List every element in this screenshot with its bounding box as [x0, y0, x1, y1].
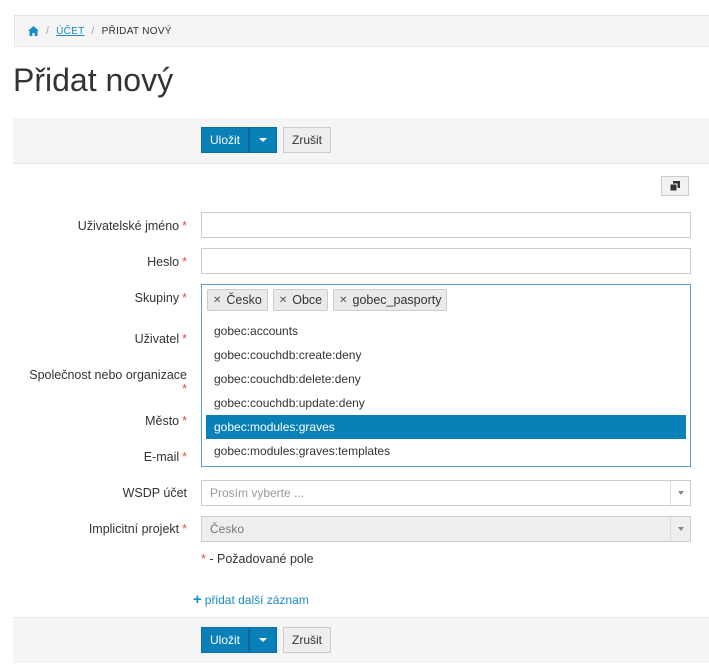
breadcrumb: / ÚČET / PŘIDAT NOVÝ	[14, 15, 709, 47]
save-options-dropdown[interactable]	[249, 127, 278, 153]
org-label: Společnost nebo organizace *	[29, 368, 187, 396]
page-title: Přidat nový	[13, 62, 174, 98]
project-select: Česko	[201, 516, 691, 542]
groups-dropdown-list: gobec:accounts gobec:couchdb:create:deny…	[201, 315, 691, 467]
chevron-down-icon	[670, 481, 690, 505]
chevron-down-icon	[670, 517, 690, 541]
user-label: Uživatel *	[134, 332, 187, 346]
add-record-link[interactable]: + přidat další záznam	[193, 591, 309, 608]
save-options-dropdown[interactable]	[249, 627, 278, 653]
top-action-bar: Uložit Zrušit	[13, 118, 709, 164]
home-icon[interactable]	[28, 26, 39, 36]
bottom-action-bar: Uložit Zrušit	[13, 617, 709, 663]
username-field[interactable]	[201, 212, 691, 238]
username-label: Uživatelské jméno *	[77, 219, 187, 233]
cancel-button[interactable]: Zrušit	[283, 627, 332, 653]
group-tag: ✕ Obce	[272, 289, 329, 311]
email-label: E-mail *	[143, 450, 187, 464]
dropdown-option[interactable]: gobec:couchdb:update:deny	[206, 391, 686, 415]
chevron-down-icon	[259, 138, 268, 142]
password-label: Heslo *	[147, 255, 187, 269]
dropdown-option[interactable]: gobec:modules:graves:templates	[206, 439, 686, 463]
required-note: * - Požadované pole	[201, 552, 314, 566]
project-label: Implicitní projekt *	[88, 522, 187, 536]
remove-tag-icon[interactable]: ✕	[339, 295, 347, 306]
breadcrumb-separator: /	[91, 25, 95, 37]
dropdown-option[interactable]: gobec:couchdb:create:deny	[206, 343, 686, 367]
wsdp-placeholder: Prosím vyberte ...	[210, 486, 305, 500]
plus-icon: +	[193, 591, 202, 608]
save-button[interactable]: Uložit	[201, 127, 250, 153]
dropdown-option[interactable]: gobec:accounts	[206, 319, 686, 343]
wsdp-select[interactable]: Prosím vyberte ...	[201, 480, 691, 506]
project-value: Česko	[210, 522, 245, 536]
groups-label: Skupiny *	[134, 291, 187, 305]
groups-multiselect[interactable]: ✕ Česko ✕ Obce ✕ gobec_pasporty	[201, 284, 691, 316]
chevron-down-icon	[259, 638, 268, 642]
dropdown-option-highlighted[interactable]: gobec:modules:graves	[206, 415, 686, 439]
cancel-button[interactable]: Zrušit	[283, 127, 332, 153]
city-label: Město *	[145, 414, 187, 428]
copy-icon	[670, 181, 680, 191]
breadcrumb-link-account[interactable]: ÚČET	[56, 26, 84, 37]
wsdp-label: WSDP účet	[122, 486, 187, 500]
dropdown-option[interactable]: gobec:couchdb:delete:deny	[206, 367, 686, 391]
breadcrumb-separator: /	[46, 25, 50, 37]
group-tag: ✕ Česko	[207, 289, 268, 311]
copy-button[interactable]	[661, 176, 689, 196]
breadcrumb-current: PŘIDAT NOVÝ	[101, 25, 172, 37]
group-tag: ✕ gobec_pasporty	[333, 289, 448, 311]
remove-tag-icon[interactable]: ✕	[279, 295, 287, 306]
password-field[interactable]	[201, 248, 691, 274]
save-button[interactable]: Uložit	[201, 627, 250, 653]
remove-tag-icon[interactable]: ✕	[213, 295, 221, 306]
